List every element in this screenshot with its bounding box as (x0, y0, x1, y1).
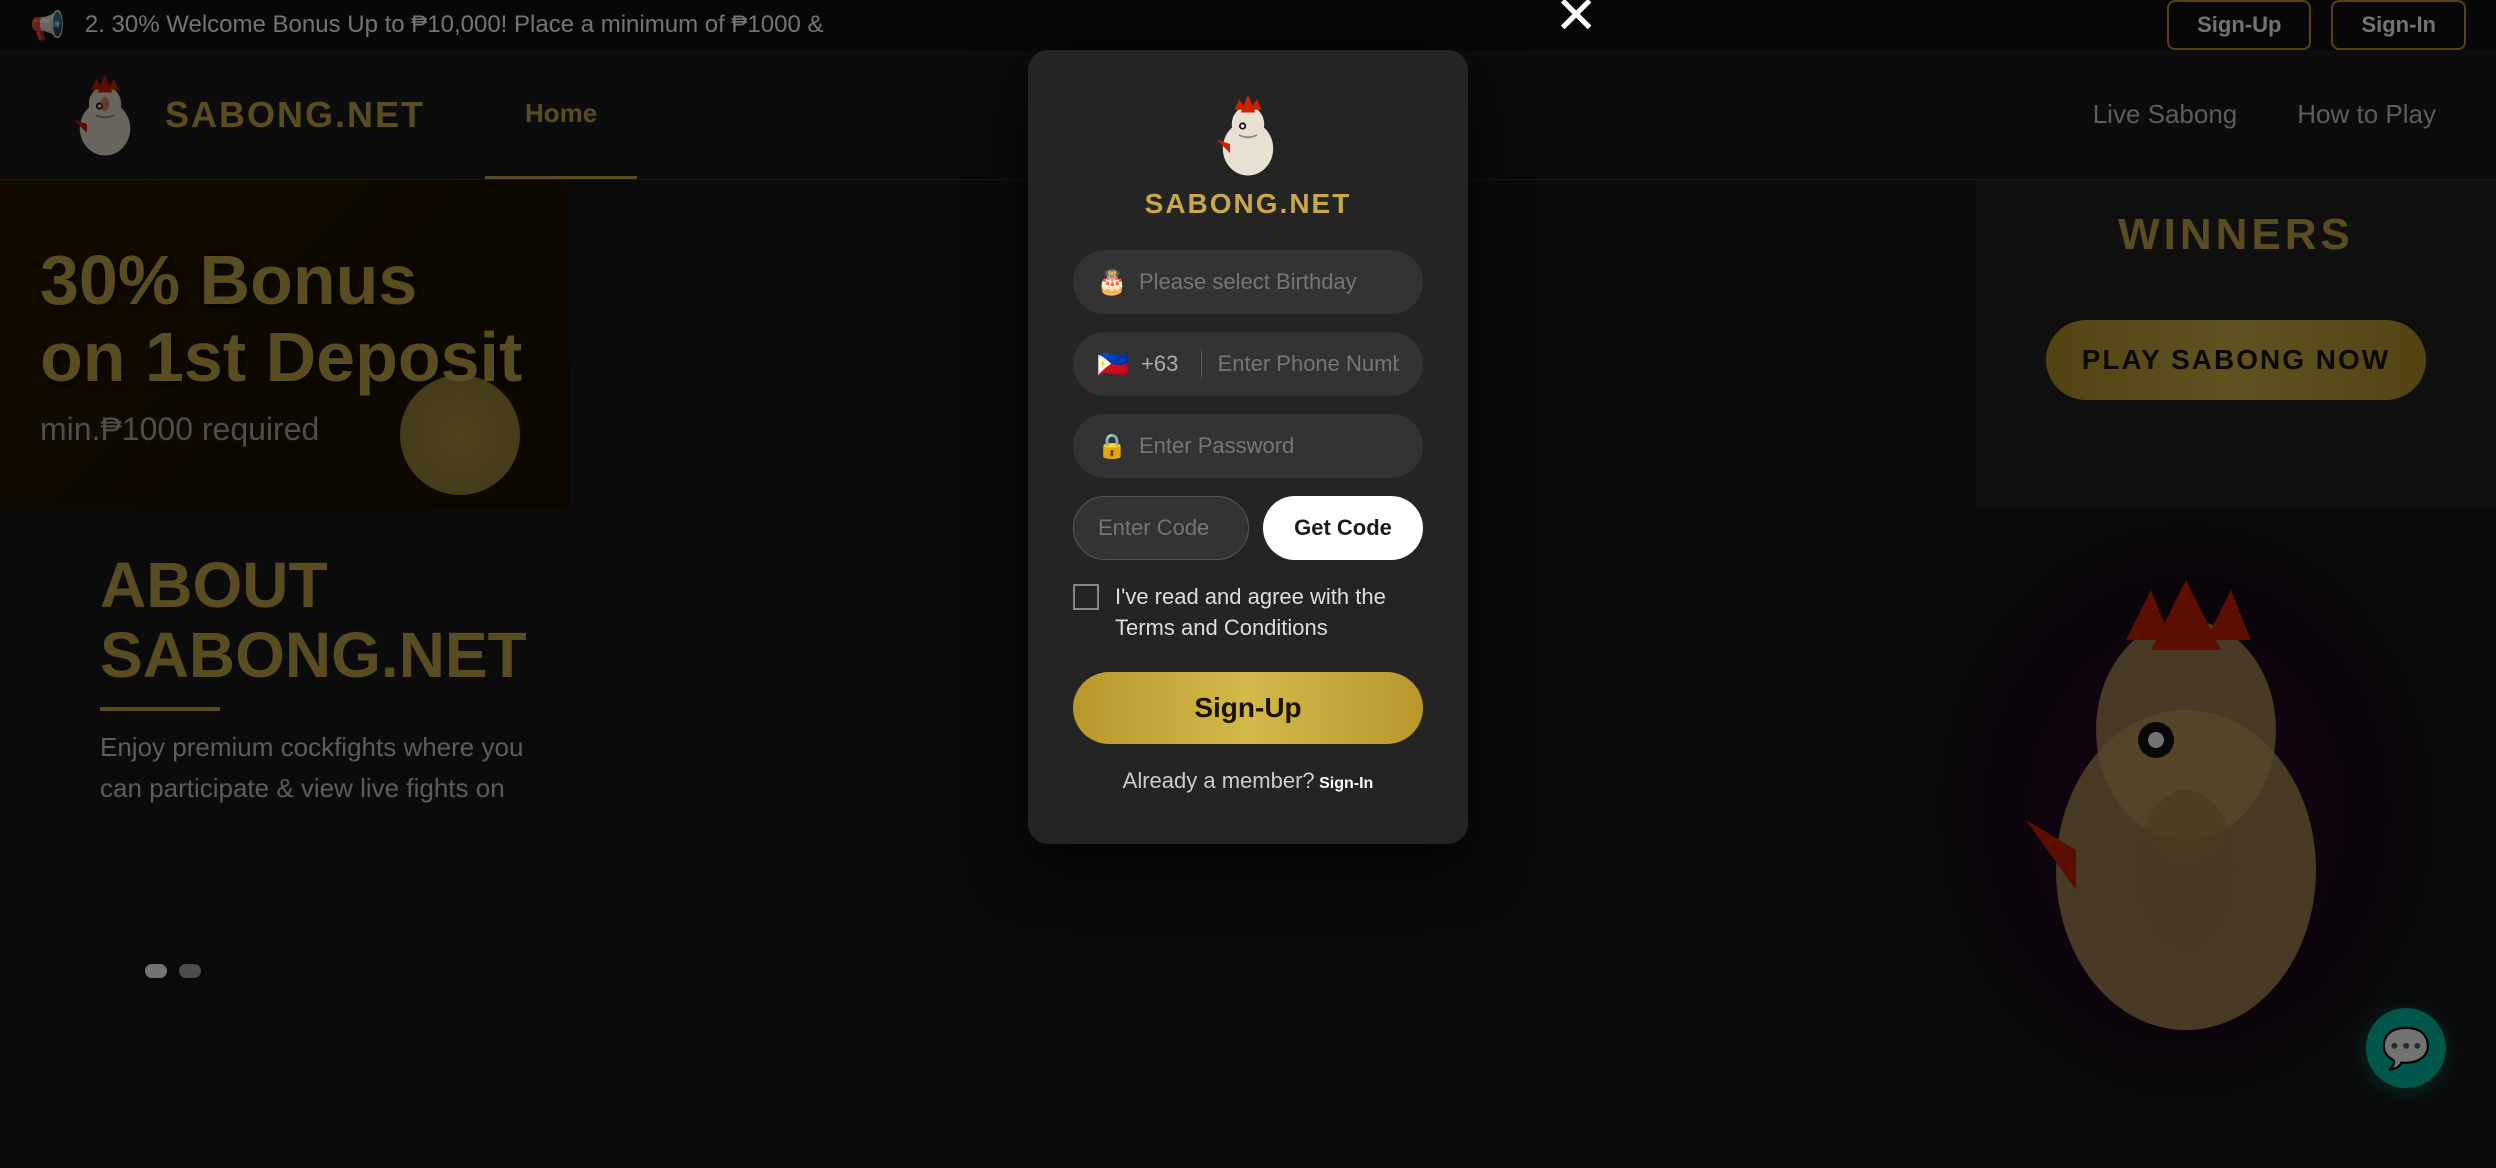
phone-field[interactable]: 🇵🇭 +63 (1073, 332, 1423, 396)
password-input[interactable] (1139, 433, 1399, 459)
get-code-button[interactable]: Get Code (1263, 496, 1423, 560)
birthday-field[interactable]: 🎂 (1073, 250, 1423, 314)
ph-flag-icon: 🇵🇭 (1097, 349, 1131, 380)
signin-prompt: Already a member? Sign-In (1123, 768, 1374, 794)
code-input[interactable] (1098, 515, 1224, 541)
birthday-input[interactable] (1139, 269, 1399, 295)
phone-code: +63 (1141, 351, 1185, 377)
password-icon: 🔒 (1097, 432, 1125, 461)
signup-button[interactable]: Sign-Up (1073, 672, 1423, 744)
phone-input[interactable] (1218, 351, 1399, 377)
modal-brand-text: SABONG.NET (1145, 188, 1352, 220)
code-row: Get Code (1073, 496, 1423, 560)
terms-text: I've read and agree with the Terms and C… (1115, 582, 1423, 644)
password-field[interactable]: 🔒 (1073, 414, 1423, 478)
modal-logo: SABONG.NET (1145, 90, 1352, 220)
signin-already-text: Already a member? (1123, 768, 1315, 793)
code-input-wrap[interactable] (1073, 496, 1249, 560)
signin-link[interactable]: Sign-In (1319, 775, 1373, 792)
terms-row: I've read and agree with the Terms and C… (1073, 582, 1423, 644)
modal-overlay: ✕ SABONG.NET 🎂 🇵🇭 +63 (0, 0, 2496, 1168)
modal-rooster-icon (1203, 90, 1293, 180)
phone-divider (1201, 349, 1202, 379)
signup-modal: ✕ SABONG.NET 🎂 🇵🇭 +63 (1028, 50, 1468, 844)
birthday-icon: 🎂 (1097, 268, 1125, 297)
terms-checkbox[interactable] (1073, 584, 1099, 610)
modal-close-button[interactable]: ✕ (1554, 0, 1598, 42)
